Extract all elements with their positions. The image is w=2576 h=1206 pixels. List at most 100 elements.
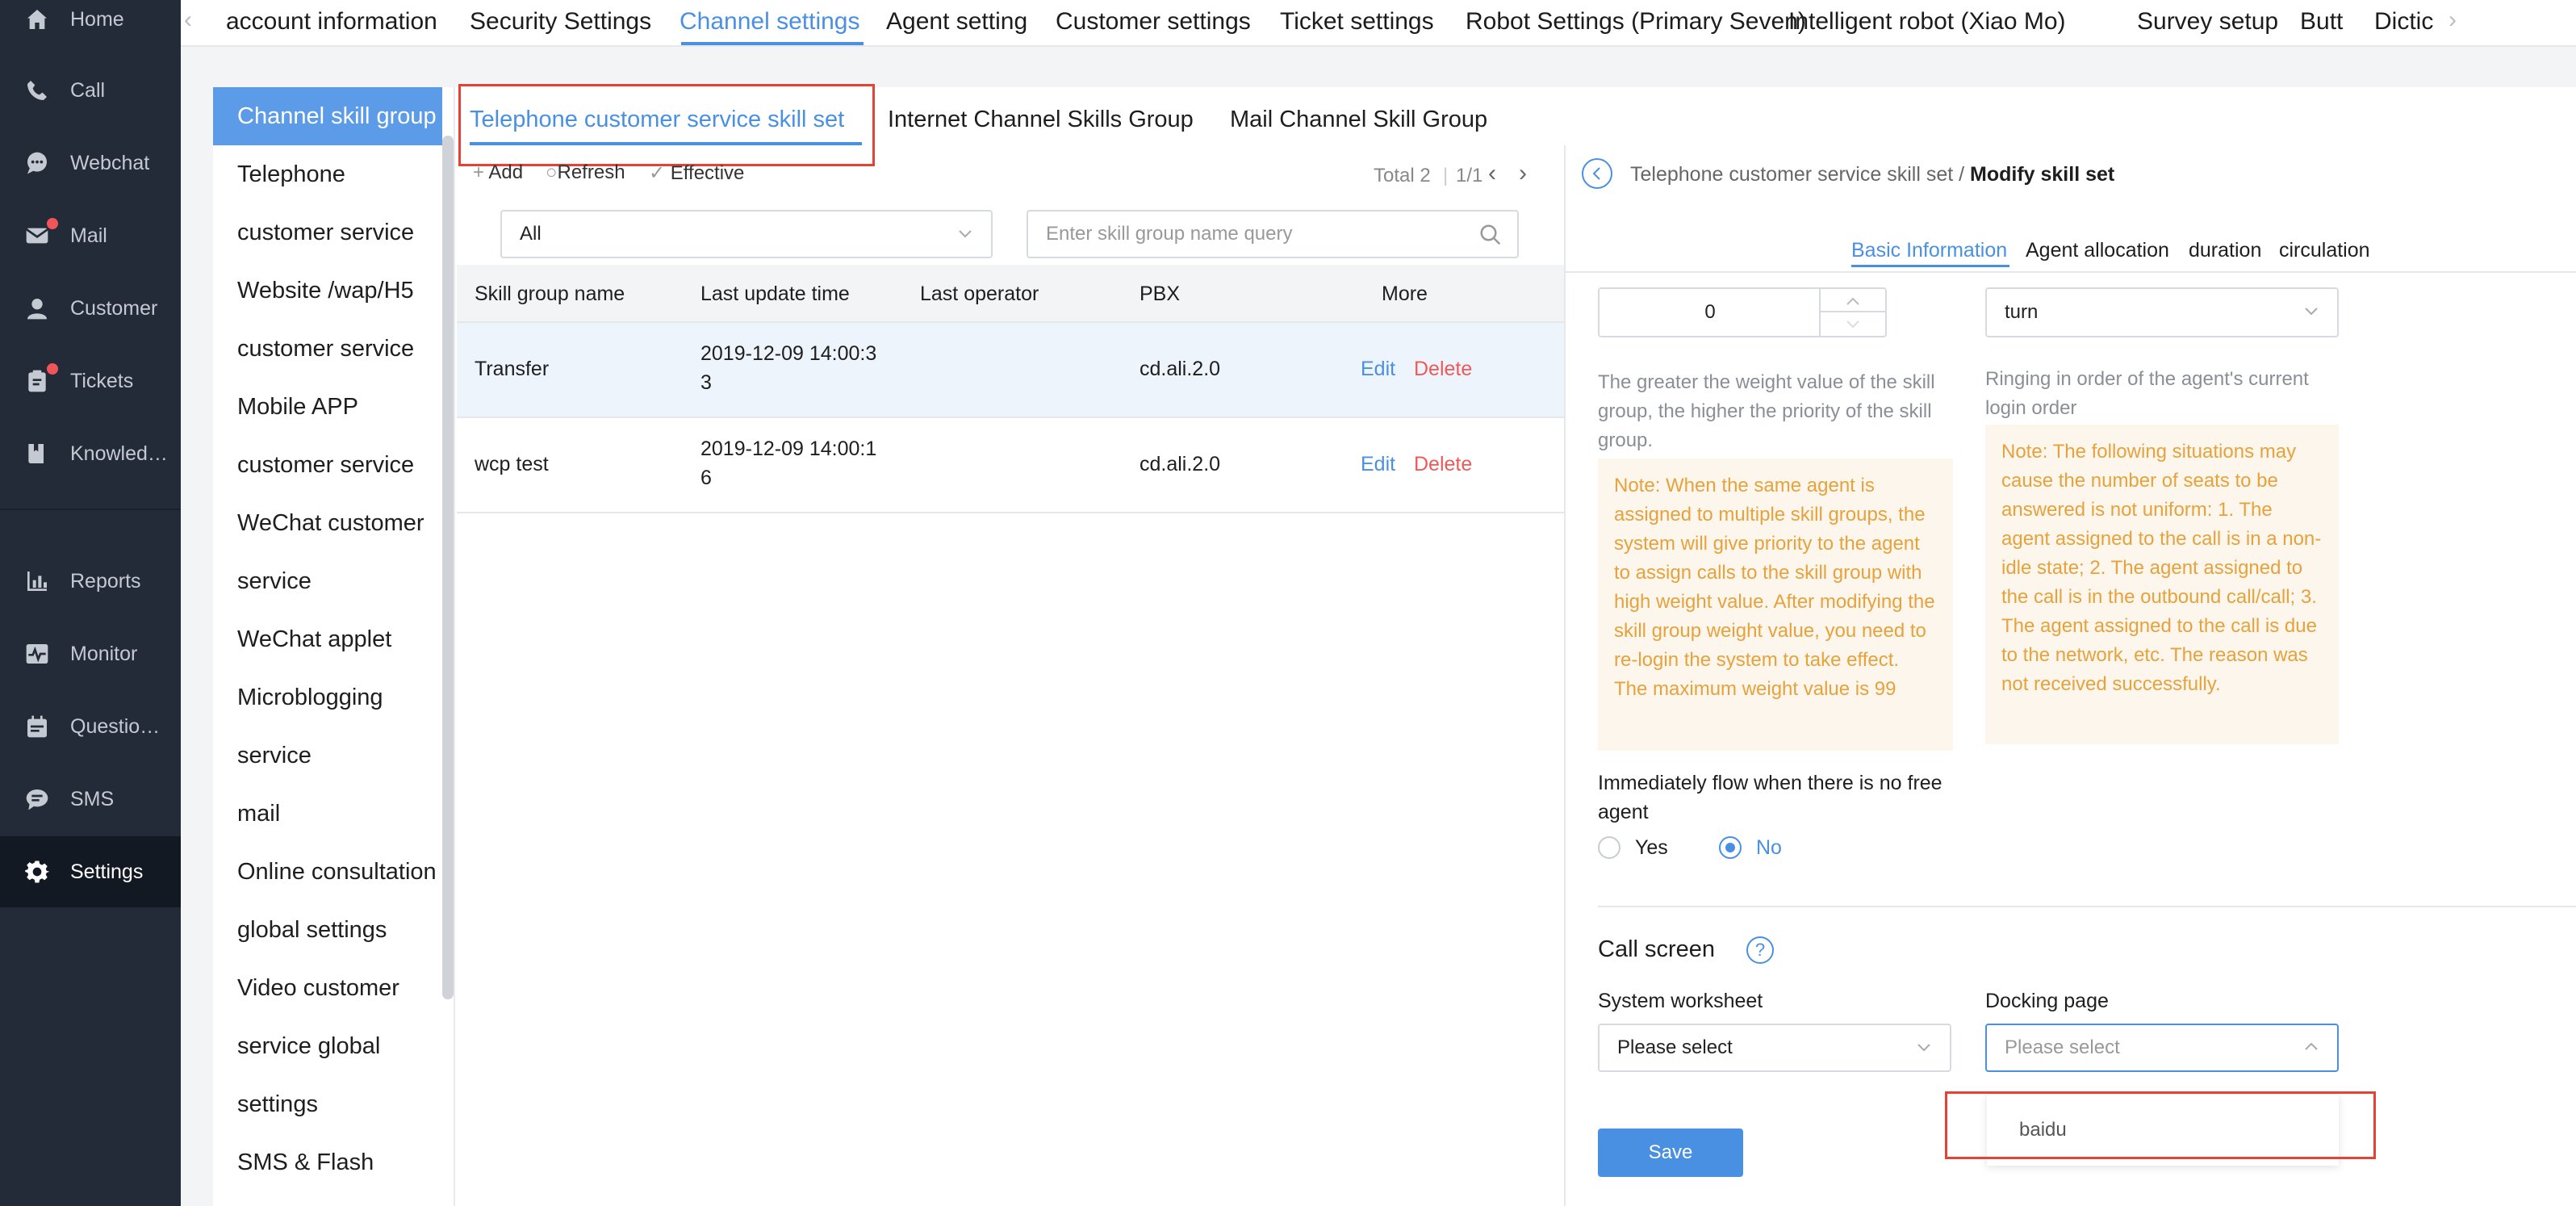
sub-item-microblogging[interactable]: Microblogging xyxy=(213,668,442,727)
edit-link[interactable]: Edit xyxy=(1361,450,1395,479)
table-row[interactable]: wcp test 2019-12-09 14:00:1 6 cd.ali.2.0… xyxy=(457,418,1564,513)
tab-duration[interactable]: duration xyxy=(2189,239,2261,262)
docking-page-select[interactable]: Please select xyxy=(1985,1024,2339,1072)
sub-item-label[interactable]: customer service xyxy=(213,320,442,378)
system-worksheet-select[interactable]: Please select xyxy=(1598,1024,1951,1072)
nav-item-webchat[interactable]: Webchat xyxy=(0,128,181,199)
nav-item-call[interactable]: Call xyxy=(0,55,181,126)
strategy-select[interactable]: turn xyxy=(1985,287,2339,337)
nav-divider xyxy=(0,509,181,510)
nav-item-customer[interactable]: Customer xyxy=(0,273,181,344)
tab-ticket-settings[interactable]: Ticket settings xyxy=(1280,8,1434,36)
sub-item-label[interactable]: global settings xyxy=(213,901,442,959)
status-select[interactable]: All xyxy=(500,210,993,258)
user-icon xyxy=(24,295,50,321)
nav-item-reports[interactable]: Reports xyxy=(0,546,181,617)
radio-no[interactable] xyxy=(1719,836,1742,859)
active-detail-tab-indicator xyxy=(1851,265,2009,267)
nav-item-settings[interactable]: Settings xyxy=(0,836,181,907)
sub-item-mail[interactable]: mail xyxy=(213,785,442,843)
detail-tab-divider xyxy=(1566,271,2576,273)
prev-page-icon[interactable]: ‹ xyxy=(1488,160,1496,187)
tab-butt[interactable]: Butt xyxy=(2300,8,2343,36)
section-divider xyxy=(1598,906,2576,907)
tab-agent-allocation[interactable]: Agent allocation xyxy=(2026,239,2169,262)
sub-item-label[interactable]: customer service xyxy=(213,436,442,494)
sub-item-label[interactable]: service xyxy=(213,727,442,785)
chevron-down-icon xyxy=(2303,303,2319,319)
table-row[interactable]: Transfer 2019-12-09 14:00:3 3 cd.ali.2.0… xyxy=(457,323,1564,418)
sub-item-sms-flash[interactable]: SMS & Flash xyxy=(213,1133,442,1191)
plus-icon: + xyxy=(473,161,485,183)
help-icon[interactable]: ? xyxy=(1745,935,1775,965)
sublist-scrollbar[interactable] xyxy=(442,136,454,999)
delete-link[interactable]: Delete xyxy=(1414,450,1472,479)
delete-link[interactable]: Delete xyxy=(1414,354,1472,383)
nav-item-sms[interactable]: SMS xyxy=(0,764,181,835)
radio-yes-label: Yes xyxy=(1635,836,1668,859)
column-header: Last update time xyxy=(700,283,850,305)
chevron-left-icon[interactable]: ‹ xyxy=(184,6,192,34)
flow-label: Immediately flow when there is no free a… xyxy=(1598,772,1942,823)
page-indicator: 1/1 xyxy=(1456,165,1483,186)
notification-dot xyxy=(47,218,58,229)
tab-agent-setting[interactable]: Agent setting xyxy=(886,8,1027,36)
weight-stepper[interactable]: 0 xyxy=(1598,287,1887,337)
effective-button[interactable]: ✓ Effective xyxy=(649,161,744,185)
tab-mail-skill-group[interactable]: Mail Channel Skill Group xyxy=(1230,107,1487,133)
nav-item-knowledge[interactable]: Knowledge base xyxy=(0,418,181,489)
tab-basic-information[interactable]: Basic Information xyxy=(1851,239,2007,262)
back-button[interactable] xyxy=(1582,158,1612,189)
tab-channel-settings[interactable]: Channel settings xyxy=(680,8,859,36)
breadcrumb-separator: / xyxy=(1953,163,1971,186)
nav-item-mail[interactable]: Mail xyxy=(0,200,181,271)
search-icon[interactable] xyxy=(1478,223,1503,247)
sms-icon xyxy=(24,786,50,812)
save-button[interactable]: Save xyxy=(1598,1129,1743,1177)
tab-intelligent-robot[interactable]: Intelligent robot (Xiao Mo) xyxy=(1788,8,2066,36)
sub-item-website[interactable]: Website /wap/H5 xyxy=(213,262,442,320)
sub-item-video[interactable]: Video customer xyxy=(213,959,442,1017)
cell-pbx: cd.ali.2.0 xyxy=(1140,358,1221,380)
chevron-down-icon xyxy=(1846,320,1859,329)
sub-item-label[interactable]: service xyxy=(213,552,442,610)
tab-circulation[interactable]: circulation xyxy=(2279,239,2370,262)
nav-item-tickets[interactable]: Tickets xyxy=(0,345,181,417)
increment-button[interactable] xyxy=(1821,289,1885,312)
add-button[interactable]: + Add xyxy=(473,161,523,184)
tab-internet-skills-group[interactable]: Internet Channel Skills Group xyxy=(888,107,1194,133)
gear-icon xyxy=(24,859,50,885)
nav-item-monitor[interactable]: Monitor xyxy=(0,618,181,689)
tab-survey-setup[interactable]: Survey setup xyxy=(2137,8,2278,36)
sub-item-label[interactable]: settings xyxy=(213,1075,442,1133)
strategy-note: Note: The following situations may cause… xyxy=(1985,425,2339,744)
nav-item-questionnaire[interactable]: Questionnaire xyxy=(0,691,181,762)
radio-yes[interactable] xyxy=(1598,836,1620,859)
tab-security-settings[interactable]: Security Settings xyxy=(470,8,651,36)
tab-customer-settings[interactable]: Customer settings xyxy=(1056,8,1251,36)
sub-item-wechat[interactable]: WeChat customer xyxy=(213,494,442,552)
chevron-right-icon[interactable]: › xyxy=(2448,6,2457,34)
tab-robot-settings[interactable]: Robot Settings (Primary Seven) xyxy=(1466,8,1806,36)
tab-account-information[interactable]: account information xyxy=(226,8,437,36)
next-page-icon[interactable]: › xyxy=(1519,160,1527,187)
column-header: Skill group name xyxy=(475,283,625,305)
sub-item-online-consultation[interactable]: Online consultation xyxy=(213,843,442,901)
cell-time: 6 xyxy=(700,467,712,489)
sub-item-telephone[interactable]: Telephone xyxy=(213,145,442,203)
svg-text:?: ? xyxy=(1755,940,1765,960)
left-nav: Home Call Webchat Mail Customer Tickets … xyxy=(0,0,181,1206)
sub-item-mobile-app[interactable]: Mobile APP xyxy=(213,378,442,436)
breadcrumb-parent[interactable]: Telephone customer service skill set xyxy=(1630,163,1953,186)
refresh-button[interactable]: ○Refresh xyxy=(546,161,625,184)
edit-link[interactable]: Edit xyxy=(1361,354,1395,383)
sub-item-label[interactable]: service global xyxy=(213,1017,442,1075)
panel-divider xyxy=(1564,145,1566,1206)
decrement-button[interactable] xyxy=(1821,312,1885,336)
tab-dictic[interactable]: Dictic xyxy=(2374,8,2433,36)
sub-item-wechat-applet[interactable]: WeChat applet xyxy=(213,610,442,668)
sub-item-label[interactable]: customer service xyxy=(213,203,442,262)
skill-group-search-input[interactable]: Enter skill group name query xyxy=(1027,210,1519,258)
sub-item-channel-skill-group[interactable]: Channel skill group xyxy=(213,87,442,145)
nav-item-home[interactable]: Home xyxy=(0,0,181,55)
